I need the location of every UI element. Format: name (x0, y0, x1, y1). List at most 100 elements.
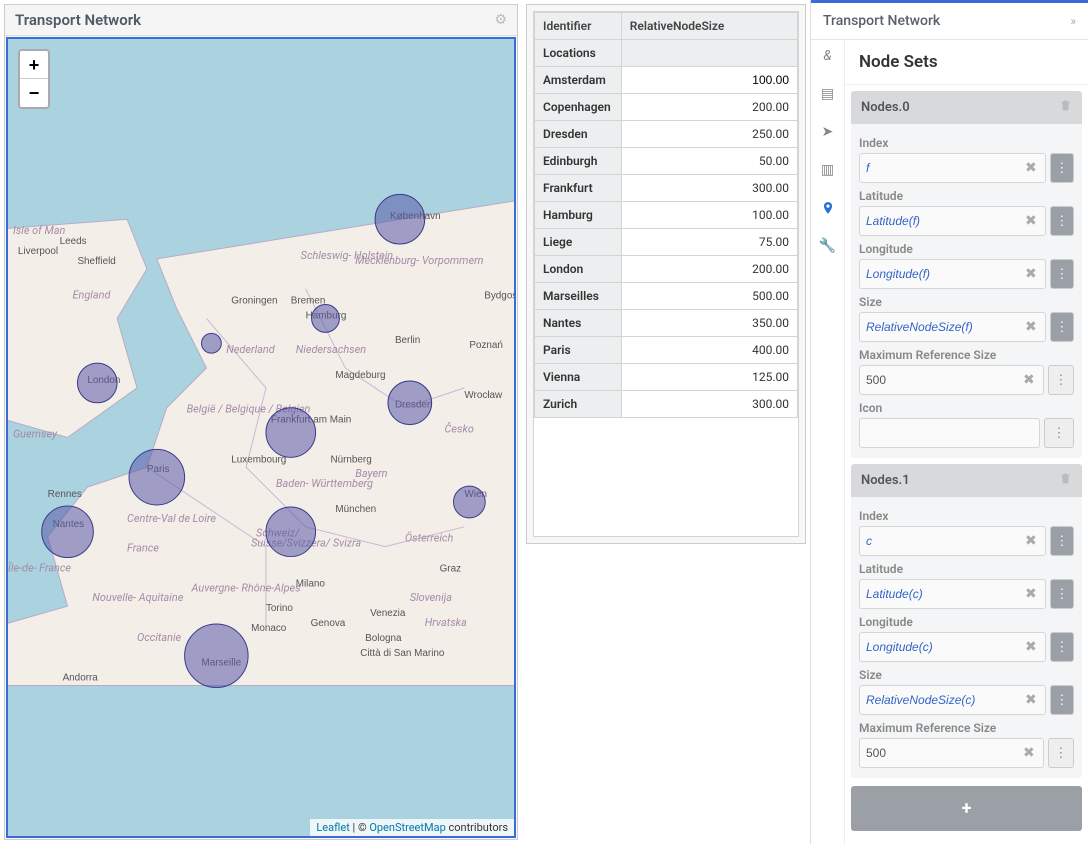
nodeset-header[interactable]: Nodes.1 (851, 464, 1082, 497)
marker-icon[interactable] (820, 200, 836, 216)
kebab-button[interactable]: ⋮ (1050, 153, 1074, 183)
kebab-button[interactable]: ⋮ (1050, 685, 1074, 715)
osm-link[interactable]: OpenStreetMap (369, 821, 445, 834)
svg-text:Bydgoszcz: Bydgoszcz (484, 291, 514, 302)
trash-icon[interactable] (1059, 99, 1072, 116)
field-input-wrap: ✖ (859, 685, 1046, 715)
map-canvas[interactable]: Leeds Sheffield Liverpool London England… (6, 37, 516, 838)
field-input[interactable] (866, 320, 1023, 334)
row-value: 250.00 (621, 121, 797, 148)
svg-text:Andorra: Andorra (63, 673, 99, 684)
field-label: Longitude (859, 615, 1074, 629)
svg-text:Graz: Graz (440, 563, 462, 574)
cursor-icon[interactable]: ➤ (820, 124, 836, 140)
zoom-in-button[interactable]: + (20, 51, 48, 79)
clear-icon[interactable]: ✖ (1023, 639, 1039, 655)
svg-text:Leeds: Leeds (60, 236, 87, 247)
field-input[interactable] (866, 534, 1023, 548)
row-id: Marseilles (535, 283, 622, 310)
nodeset: Nodes.0Index✖⋮Latitude✖⋮Longitude✖⋮Size✖… (851, 91, 1082, 458)
field-input[interactable] (866, 587, 1023, 601)
kebab-button[interactable]: ⋮ (1050, 312, 1074, 342)
svg-text:Milano: Milano (296, 578, 326, 589)
svg-text:Česko: Česko (445, 422, 474, 436)
kebab-button[interactable]: ⋮ (1050, 632, 1074, 662)
svg-text:Nederland: Nederland (226, 343, 275, 356)
field-input[interactable] (866, 267, 1023, 281)
row-value: 300.00 (621, 175, 797, 202)
zoom-out-button[interactable]: − (20, 79, 48, 107)
svg-text:Auvergne- Rhône-Alpes: Auvergne- Rhône-Alpes (191, 581, 302, 594)
field-input[interactable] (866, 746, 1021, 760)
ampersand-icon[interactable]: & (820, 48, 836, 64)
svg-text:Poznań: Poznań (469, 340, 503, 351)
kebab-button[interactable]: ⋮ (1044, 418, 1074, 448)
data-table: Identifier RelativeNodeSize Locations Am… (534, 12, 798, 418)
clear-icon[interactable]: ✖ (1023, 213, 1039, 229)
wrench-icon[interactable]: 🔧 (820, 238, 836, 254)
add-nodeset-button[interactable]: + (851, 786, 1082, 831)
row-id: Liege (535, 229, 622, 256)
kebab-button[interactable]: ⋮ (1048, 738, 1074, 768)
map-svg: Leeds Sheffield Liverpool London England… (8, 39, 514, 836)
kebab-button[interactable]: ⋮ (1050, 259, 1074, 289)
kebab-button[interactable]: ⋮ (1050, 206, 1074, 236)
nodeset-header[interactable]: Nodes.0 (851, 91, 1082, 124)
clear-icon[interactable]: ✖ (1021, 745, 1037, 761)
field-label: Longitude (859, 242, 1074, 256)
kebab-button[interactable]: ⋮ (1050, 526, 1074, 556)
svg-text:Nürnberg: Nürnberg (330, 454, 371, 465)
gear-icon[interactable]: ⚙ (494, 12, 507, 28)
row-value[interactable] (621, 67, 797, 94)
svg-text:Nouvelle- Aquitaine: Nouvelle- Aquitaine (92, 591, 183, 604)
field-input-wrap: ✖ (859, 526, 1046, 556)
kebab-button[interactable]: ⋮ (1048, 365, 1074, 395)
field-label: Icon (859, 401, 1074, 415)
field-input[interactable] (866, 426, 1033, 440)
clear-icon[interactable]: ✖ (1023, 533, 1039, 549)
row-value: 200.00 (621, 94, 797, 121)
field-input[interactable] (866, 693, 1023, 707)
clear-icon[interactable]: ✖ (1023, 692, 1039, 708)
svg-text:France: France (127, 542, 159, 555)
field-input-wrap: ✖ (859, 206, 1046, 236)
field-label: Index (859, 136, 1074, 150)
field-input-wrap: ✖ (859, 632, 1046, 662)
field-input-wrap (859, 418, 1040, 448)
leaflet-link[interactable]: Leaflet (316, 821, 349, 834)
clear-icon[interactable]: ✖ (1021, 372, 1037, 388)
cell-input[interactable] (630, 73, 789, 87)
row-id: Amsterdam (535, 67, 622, 94)
list-icon[interactable]: ▥ (820, 162, 836, 178)
clear-icon[interactable]: ✖ (1023, 266, 1039, 282)
side-title: Transport Network (823, 13, 940, 29)
svg-text:Luxembourg: Luxembourg (231, 454, 286, 465)
clear-icon[interactable]: ✖ (1023, 319, 1039, 335)
field-input-wrap: ✖ (859, 312, 1046, 342)
clear-icon[interactable]: ✖ (1023, 160, 1039, 176)
svg-text:Bremen: Bremen (291, 296, 326, 307)
map-attribution: Leaflet | © OpenStreetMap contributors (310, 819, 514, 836)
field-input[interactable] (866, 214, 1023, 228)
zoom-controls: + − (18, 49, 50, 109)
archive-icon[interactable]: ▤ (820, 86, 836, 102)
field-input[interactable] (866, 161, 1023, 175)
kebab-button[interactable]: ⋮ (1050, 579, 1074, 609)
row-value: 125.00 (621, 364, 797, 391)
row-value: 100.00 (621, 202, 797, 229)
field-input[interactable] (866, 373, 1021, 387)
svg-text:Monaco: Monaco (251, 623, 287, 634)
trash-icon[interactable] (1059, 472, 1072, 489)
row-id: Vienna (535, 364, 622, 391)
collapse-icon[interactable]: » (1070, 14, 1076, 28)
clear-icon[interactable]: ✖ (1023, 586, 1039, 602)
side-panel: Transport Network » & ▤ ➤ ▥ 🔧 Node Sets … (810, 0, 1088, 844)
svg-text:Île-de- France: Île-de- France (8, 561, 71, 574)
row-value: 350.00 (621, 310, 797, 337)
svg-text:Liverpool: Liverpool (18, 246, 58, 257)
field-input[interactable] (866, 640, 1023, 654)
side-content: Node Sets Nodes.0Index✖⋮Latitude✖⋮Longit… (845, 40, 1088, 844)
field-input-wrap: ✖ (859, 259, 1046, 289)
nodeset: Nodes.1Index✖⋮Latitude✖⋮Longitude✖⋮Size✖… (851, 464, 1082, 778)
row-value: 300.00 (621, 391, 797, 418)
